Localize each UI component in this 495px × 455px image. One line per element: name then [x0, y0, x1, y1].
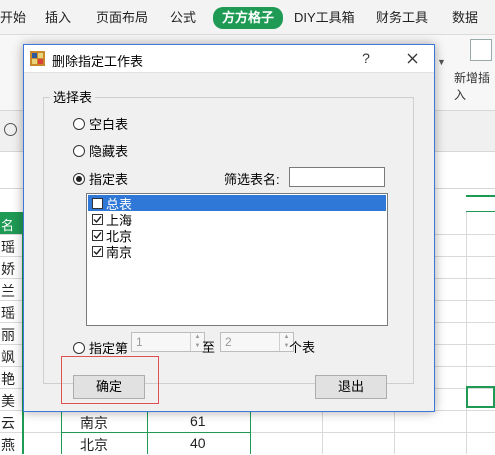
dialog-title: 删除指定工作表 — [52, 54, 144, 69]
tab-diy-toolbox[interactable]: DIY工具箱 — [294, 8, 355, 28]
sheet-item[interactable]: 南京 — [88, 243, 386, 260]
grid-cell-city[interactable]: 北京 — [80, 435, 108, 455]
checkbox[interactable] — [92, 197, 103, 209]
checkmark-icon — [93, 231, 102, 239]
help-button[interactable]: ? — [351, 45, 381, 72]
grid-cell[interactable]: 艳 — [1, 369, 15, 389]
grid-cell-value[interactable]: 40 — [190, 435, 206, 451]
dropdown-arrow-icon[interactable]: ▼ — [437, 57, 446, 67]
ribbon-tab-bar: 开始 插入 页面布局 公式 方方格子 DIY工具箱 财务工具 数据 — [0, 0, 495, 35]
grid-cell[interactable]: 瑶 — [1, 237, 15, 257]
grid-cell[interactable]: 飒 — [1, 347, 15, 367]
grid-cell[interactable]: 瑶 — [1, 303, 15, 323]
grid-cell[interactable]: 丽 — [1, 325, 15, 345]
selected-cell[interactable] — [466, 386, 495, 408]
tab-page-layout[interactable]: 页面布局 — [96, 8, 148, 28]
tab-finance-tools[interactable]: 财务工具 — [376, 8, 428, 28]
exit-button[interactable]: 退出 — [315, 375, 387, 399]
close-button[interactable] — [397, 45, 427, 72]
search-icon[interactable] — [4, 123, 17, 136]
tab-insert[interactable]: 插入 — [45, 8, 71, 28]
radio-range-sheets[interactable]: 指定第 — [73, 338, 128, 357]
insert-icon[interactable] — [470, 39, 492, 61]
range-to-stepper[interactable]: 2 ▲ ▼ — [220, 332, 294, 352]
range-to-label: 至 — [202, 340, 216, 355]
radio-specified-sheets[interactable]: 指定表 — [73, 169, 128, 188]
dialog-titlebar[interactable]: 删除指定工作表 ? — [24, 45, 434, 73]
filter-input[interactable] — [289, 167, 385, 187]
tab-formulas[interactable]: 公式 — [170, 8, 196, 28]
ribbon-insert-label[interactable]: 新增插入 — [454, 69, 495, 103]
app-icon — [30, 51, 45, 66]
radio-hidden-sheets[interactable]: 隐藏表 — [73, 141, 128, 160]
column-header-selected[interactable] — [466, 195, 495, 212]
grid-cell[interactable]: 云 — [1, 413, 15, 433]
sheet-item[interactable]: 北京 — [88, 227, 386, 244]
close-icon — [407, 53, 417, 64]
grid-cell[interactable]: 美 — [1, 391, 15, 411]
checkbox[interactable] — [92, 229, 103, 241]
grid-cell-city[interactable]: 南京 — [80, 413, 108, 433]
sheet-item[interactable]: 总表 — [88, 195, 386, 212]
tab-fangfang[interactable]: 方方格子 — [213, 7, 284, 29]
grid-cell-value[interactable]: 61 — [190, 413, 206, 429]
grid-cell[interactable]: 燕 — [1, 435, 15, 455]
sheet-item[interactable]: 上海 — [88, 211, 386, 228]
checkmark-icon — [93, 247, 102, 255]
radio-blank-sheets[interactable]: 空白表 — [73, 114, 128, 133]
sheet-listbox[interactable]: 总表 上海 北京 南京 — [86, 193, 388, 326]
checkmark-icon — [93, 215, 102, 223]
tab-data[interactable]: 数据 — [452, 8, 478, 28]
filter-label: 筛选表名: — [224, 172, 280, 187]
range-from-stepper[interactable]: 1 ▲ ▼ — [131, 332, 205, 352]
checkbox[interactable] — [92, 213, 103, 225]
tab-start[interactable]: 开始 — [0, 8, 26, 28]
range-suffix-label: 个表 — [289, 340, 316, 355]
grid-cell[interactable]: 娇 — [1, 259, 15, 279]
highlight-annotation — [61, 356, 159, 404]
checkbox[interactable] — [92, 245, 103, 257]
group-label: 选择表 — [50, 87, 96, 106]
column-header-name[interactable]: 名 — [0, 212, 22, 234]
grid-cell[interactable]: 兰 — [1, 281, 15, 301]
